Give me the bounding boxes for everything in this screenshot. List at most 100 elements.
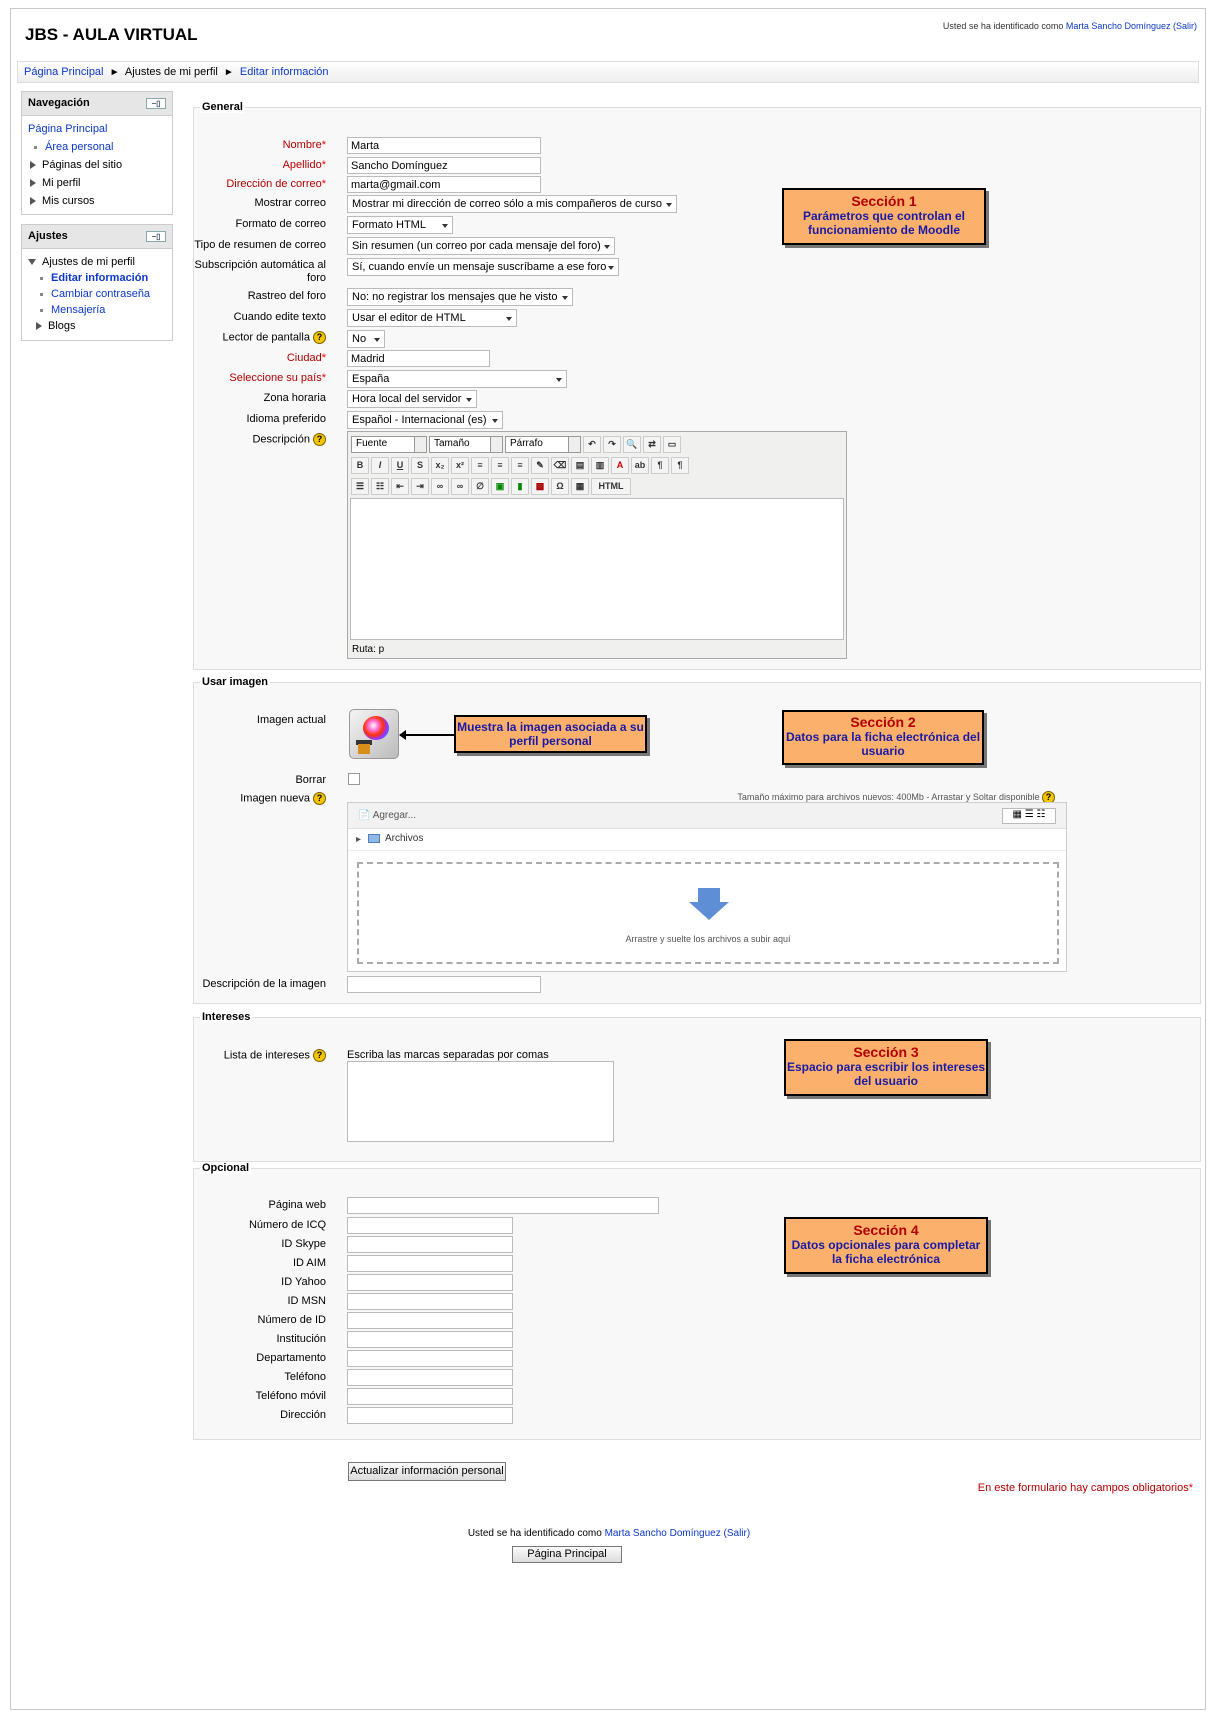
indent-icon[interactable]: ⇥ [411, 477, 429, 495]
bg-color-icon[interactable]: ab [631, 456, 649, 474]
moodle-media-icon[interactable]: ▩ [531, 477, 549, 495]
format-select[interactable]: Párrafo [505, 435, 581, 453]
image-icon[interactable]: ▣ [491, 477, 509, 495]
field-input-skype[interactable] [347, 1236, 513, 1253]
rastreo-select[interactable]: No: no registrar los mensajes que he vis… [347, 288, 573, 306]
table-icon[interactable]: ▦ [571, 477, 589, 495]
eraser-icon[interactable]: ⌫ [551, 456, 569, 474]
field-input-aim[interactable] [347, 1255, 513, 1272]
settings-group[interactable]: Ajustes de mi perfil [42, 254, 135, 270]
lector-select[interactable]: No [347, 330, 385, 348]
imagen-desc-field[interactable] [347, 976, 541, 993]
field-input-icq[interactable] [347, 1217, 513, 1234]
help-icon[interactable]: ? [313, 792, 326, 805]
settings-item-mensajeria[interactable]: Mensajería [51, 302, 105, 318]
breadcrumb-home[interactable]: Página Principal [24, 66, 104, 78]
idioma-select[interactable]: Español - Internacional (es) [347, 411, 503, 429]
update-profile-button[interactable]: Actualizar información personal [348, 1462, 506, 1481]
folder-expand-icon[interactable]: ▸ [356, 834, 361, 845]
folder-label[interactable]: Archivos [385, 833, 423, 844]
add-file-button[interactable]: 📄 Agregar... [358, 810, 416, 821]
mostrar-select[interactable]: Mostrar mi dirección de correo sólo a mi… [347, 195, 677, 213]
text-color-icon[interactable]: A [611, 456, 629, 474]
editor-text-area[interactable] [350, 498, 844, 640]
html-spellcheck-icon[interactable]: HTML [591, 477, 631, 495]
drop-zone[interactable]: Arrastre y suelte los archivos a subir a… [357, 862, 1059, 964]
nombre-field[interactable] [347, 137, 541, 154]
subs-select[interactable]: Sí, cuando envíe un mensaje suscríbame a… [347, 258, 619, 276]
nav-item-area-personal[interactable]: Área personal [45, 141, 114, 153]
field-input-institucion[interactable] [347, 1331, 513, 1348]
paste-text-icon[interactable]: ▤ [571, 456, 589, 474]
undo-icon[interactable]: ↶ [583, 435, 601, 453]
email-field[interactable] [347, 176, 541, 193]
field-input-yahoo[interactable] [347, 1274, 513, 1291]
settings-item-blogs[interactable]: Blogs [48, 318, 76, 334]
field-input-departamento[interactable] [347, 1350, 513, 1367]
nav-home[interactable]: Página Principal [28, 123, 108, 135]
field-input-direccion[interactable] [347, 1407, 513, 1424]
media-icon[interactable]: ▮ [511, 477, 529, 495]
help-icon[interactable]: ? [313, 1049, 326, 1062]
bold-icon[interactable]: B [351, 456, 369, 474]
footer-home-button[interactable]: Página Principal [512, 1546, 622, 1563]
nav-item-mi-perfil[interactable]: Mi perfil [42, 177, 81, 189]
find-icon[interactable]: 🔍 [623, 435, 641, 453]
size-select[interactable]: Tamaño [429, 435, 503, 453]
footer-logout-link[interactable]: (Salir) [724, 1528, 751, 1539]
settings-item-contrasena[interactable]: Cambiar contraseña [51, 286, 150, 302]
apellido-field[interactable] [347, 157, 541, 174]
help-icon[interactable]: ? [313, 433, 326, 446]
field-input-msn[interactable] [347, 1293, 513, 1310]
expand-icon[interactable] [36, 322, 42, 330]
resumen-select[interactable]: Sin resumen (un correo por cada mensaje … [347, 237, 615, 255]
breadcrumb-current[interactable]: Editar información [240, 66, 329, 78]
nolink-icon[interactable]: ∅ [471, 477, 489, 495]
superscript-icon[interactable]: x² [451, 456, 469, 474]
ltr-icon[interactable]: ¶ [651, 456, 669, 474]
field-input-pagina-web[interactable] [347, 1197, 659, 1214]
replace-icon[interactable]: ⇄ [643, 435, 661, 453]
field-input-id[interactable] [347, 1312, 513, 1329]
redo-icon[interactable]: ↷ [603, 435, 621, 453]
help-icon[interactable]: ? [313, 331, 326, 344]
subscript-icon[interactable]: x₂ [431, 456, 449, 474]
logout-link[interactable]: (Salir) [1173, 21, 1197, 31]
paste-word-icon[interactable]: ▥ [591, 456, 609, 474]
outdent-icon[interactable]: ⇤ [391, 477, 409, 495]
underline-icon[interactable]: U [391, 456, 409, 474]
expand-icon[interactable] [30, 179, 36, 187]
nav-item-paginas[interactable]: Páginas del sitio [42, 159, 122, 171]
special-char-icon[interactable]: Ω [551, 477, 569, 495]
numbered-list-icon[interactable]: ☷ [371, 477, 389, 495]
align-center-icon[interactable]: ≡ [491, 456, 509, 474]
clean-icon[interactable]: ✎ [531, 456, 549, 474]
unlink-icon[interactable]: ∞ [451, 477, 469, 495]
footer-user-link[interactable]: Marta Sancho Domínguez [605, 1528, 721, 1539]
link-icon[interactable]: ∞ [431, 477, 449, 495]
expand-icon[interactable] [30, 197, 36, 205]
align-left-icon[interactable]: ≡ [471, 456, 489, 474]
user-link[interactable]: Marta Sancho Domínguez [1066, 21, 1171, 31]
collapse-icon[interactable] [28, 258, 36, 265]
align-right-icon[interactable]: ≡ [511, 456, 529, 474]
rtl-icon[interactable]: ¶ [671, 456, 689, 474]
italic-icon[interactable]: I [371, 456, 389, 474]
formato-select[interactable]: Formato HTML [347, 216, 453, 234]
settings-item-editar[interactable]: Editar información [51, 270, 148, 286]
intereses-textarea[interactable] [347, 1061, 614, 1142]
view-switcher[interactable]: ▦ ☰ ☷ [1002, 808, 1056, 824]
field-input-movil[interactable] [347, 1388, 513, 1405]
dock-icon[interactable]: −▯ [146, 231, 166, 242]
expand-icon[interactable] [30, 161, 36, 169]
editor-select[interactable]: Usar el editor de HTML [347, 309, 517, 327]
font-select[interactable]: Fuente [351, 435, 427, 453]
borrar-checkbox[interactable] [348, 773, 360, 785]
nav-item-mis-cursos[interactable]: Mis cursos [42, 195, 95, 207]
pais-select[interactable]: España [347, 370, 567, 388]
strikethrough-icon[interactable]: S [411, 456, 429, 474]
dock-icon[interactable]: −▯ [146, 98, 166, 109]
zona-select[interactable]: Hora local del servidor [347, 390, 477, 408]
fullscreen-icon[interactable]: ▭ [663, 435, 681, 453]
field-input-telefono[interactable] [347, 1369, 513, 1386]
